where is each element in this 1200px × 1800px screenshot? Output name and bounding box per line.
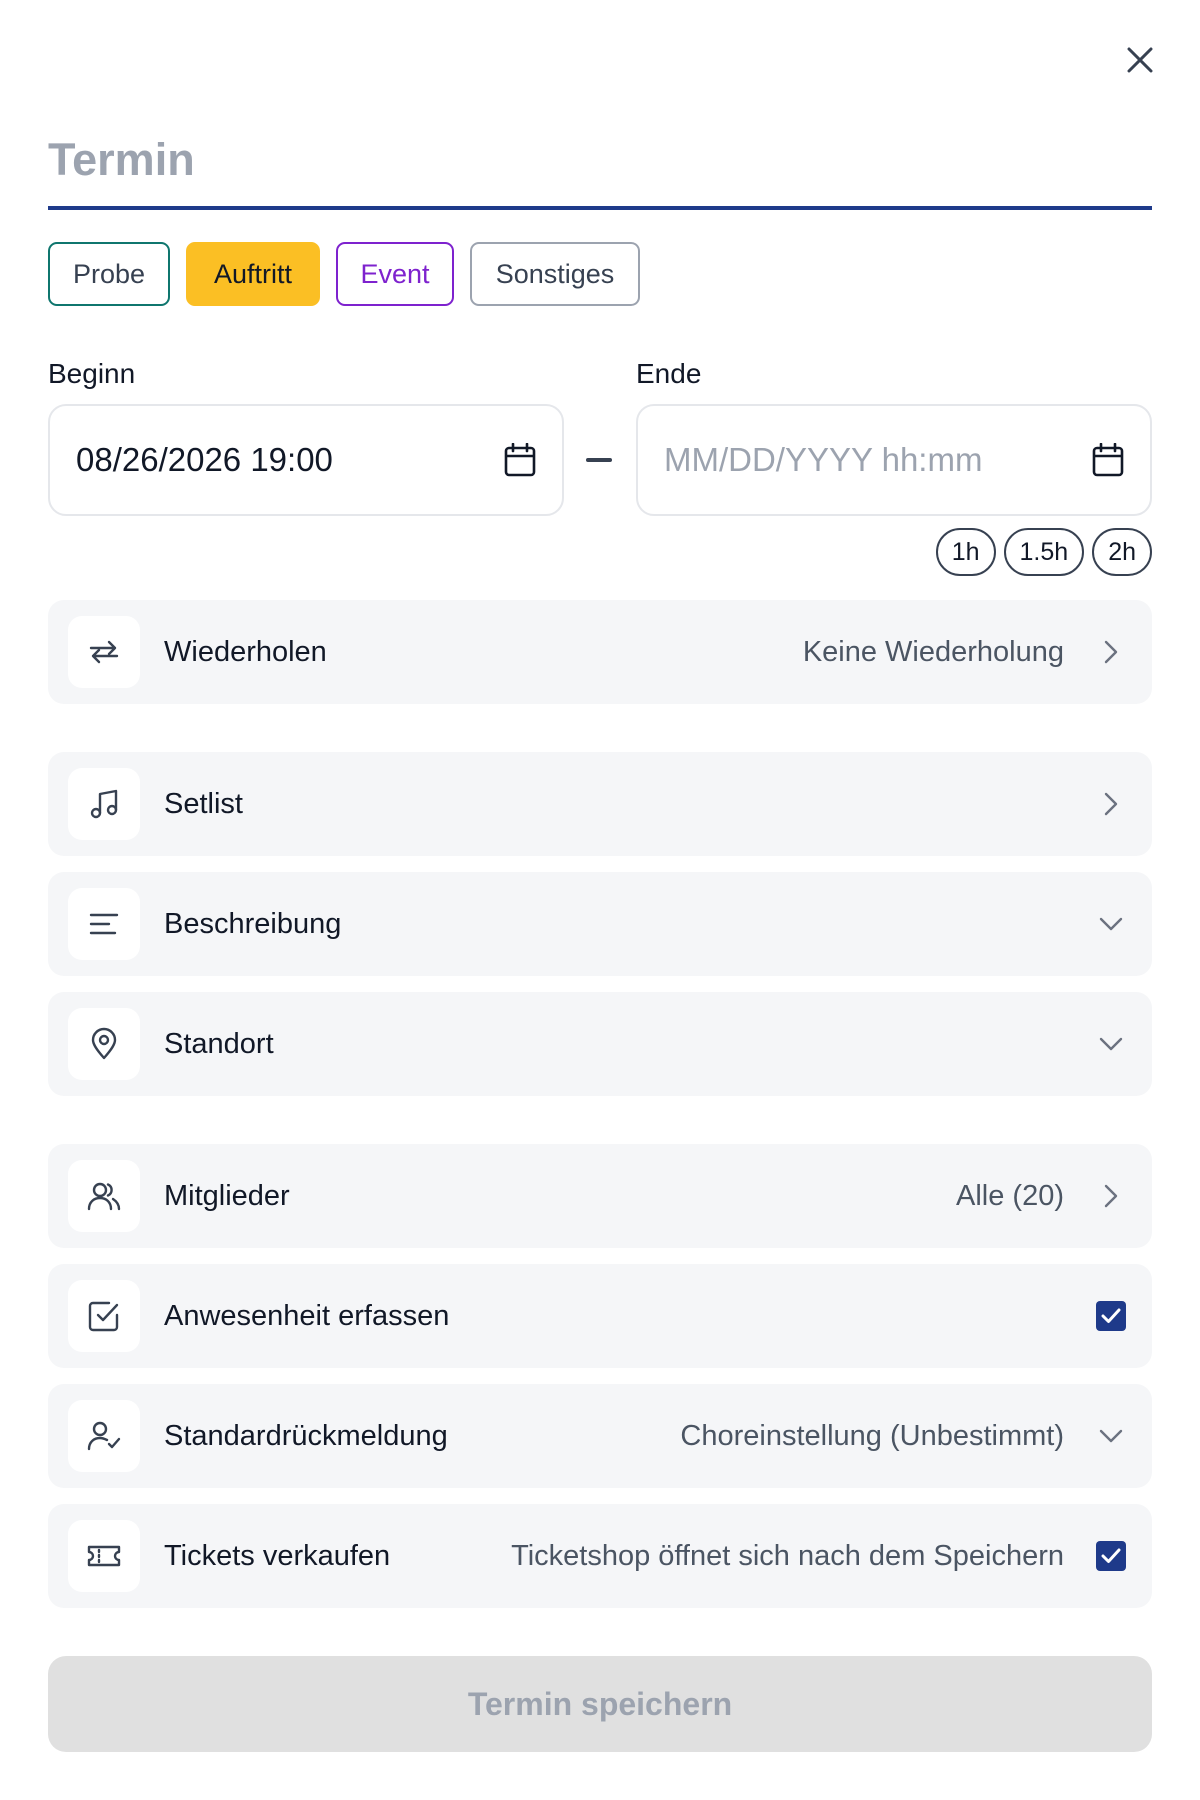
repeat-value: Keine Wiederholung	[802, 635, 1064, 668]
start-datetime-value: 08/26/2026 19:00	[76, 441, 333, 478]
repeat-icon	[89, 640, 119, 664]
setlist-icon-tile	[68, 768, 140, 840]
close-button[interactable]	[1120, 40, 1160, 80]
users-icon	[87, 1182, 121, 1211]
description-label: Beschreibung	[164, 907, 342, 940]
chevron-right-icon	[1090, 791, 1132, 817]
title-placeholder: Termin	[48, 134, 195, 185]
members-icon-tile	[68, 1160, 140, 1232]
title-field[interactable]: Termin	[48, 128, 1152, 210]
checkbox-checked-icon	[1096, 1301, 1126, 1331]
attendance-label: Anwesenheit erfassen	[164, 1299, 450, 1332]
user-check-icon	[87, 1421, 121, 1451]
default-response-row[interactable]: Standardrückmeldung Choreinstellung (Unb…	[48, 1384, 1152, 1488]
tickets-label: Tickets verkaufen	[164, 1539, 391, 1572]
type-chip-sonstiges[interactable]: Sonstiges	[470, 242, 640, 306]
repeat-row[interactable]: Wiederholen Keine Wiederholung	[48, 600, 1152, 704]
close-icon	[1127, 47, 1153, 73]
location-icon-tile	[68, 1008, 140, 1080]
tickets-value: Ticketshop öffnet sich nach dem Speicher…	[511, 1539, 1064, 1572]
duration-1-5h-button[interactable]: 1.5h	[1003, 528, 1085, 576]
save-button[interactable]: Termin speichern	[48, 1656, 1152, 1752]
attendance-checkbox[interactable]	[1090, 1301, 1132, 1331]
start-datetime-input[interactable]: 08/26/2026 19:00	[48, 404, 564, 516]
type-chip-event[interactable]: Event	[336, 242, 454, 306]
tickets-icon-tile	[68, 1520, 140, 1592]
ticket-icon	[87, 1545, 121, 1567]
end-label: Ende	[636, 358, 702, 389]
type-chip-auftritt[interactable]: Auftritt	[186, 242, 320, 306]
default-response-icon-tile	[68, 1400, 140, 1472]
attendance-row[interactable]: Anwesenheit erfassen	[48, 1264, 1152, 1368]
repeat-label: Wiederholen	[164, 635, 327, 668]
description-row[interactable]: Beschreibung	[48, 872, 1152, 976]
location-label: Standort	[164, 1027, 274, 1060]
calendar-icon[interactable]	[504, 443, 536, 477]
type-chip-probe[interactable]: Probe	[48, 242, 170, 306]
chevron-down-icon	[1090, 916, 1132, 932]
members-label: Mitglieder	[164, 1179, 290, 1212]
checkbox-check-icon	[88, 1301, 119, 1332]
event-type-selector: Probe Auftritt Event Sonstiges	[48, 242, 640, 306]
duration-presets: 1h 1.5h 2h	[935, 528, 1152, 576]
chevron-down-icon	[1090, 1036, 1132, 1052]
default-response-value: Choreinstellung (Unbestimmt)	[680, 1419, 1064, 1452]
duration-1h-button[interactable]: 1h	[935, 528, 996, 576]
start-label: Beginn	[48, 358, 136, 389]
location-row[interactable]: Standort	[48, 992, 1152, 1096]
calendar-icon[interactable]	[1092, 443, 1124, 477]
tickets-checkbox[interactable]	[1090, 1541, 1132, 1571]
map-pin-icon	[91, 1027, 117, 1060]
checkbox-checked-icon	[1096, 1541, 1126, 1571]
end-datetime-input[interactable]: MM/DD/YYYY hh:mm	[636, 404, 1152, 516]
setlist-label: Setlist	[164, 787, 243, 820]
setlist-row[interactable]: Setlist	[48, 752, 1152, 856]
default-response-label: Standardrückmeldung	[164, 1419, 448, 1452]
attendance-icon-tile	[68, 1280, 140, 1352]
repeat-icon-tile	[68, 616, 140, 688]
chevron-down-icon	[1090, 1428, 1132, 1444]
chevron-right-icon	[1090, 1183, 1132, 1209]
chevron-right-icon	[1090, 639, 1132, 665]
text-align-icon	[89, 913, 119, 935]
range-dash	[586, 458, 612, 462]
music-note-icon	[90, 789, 118, 819]
tickets-row[interactable]: Tickets verkaufen Ticketshop öffnet sich…	[48, 1504, 1152, 1608]
duration-2h-button[interactable]: 2h	[1092, 528, 1152, 576]
members-row[interactable]: Mitglieder Alle (20)	[48, 1144, 1152, 1248]
description-icon-tile	[68, 888, 140, 960]
members-value: Alle (20)	[956, 1179, 1064, 1212]
end-datetime-placeholder: MM/DD/YYYY hh:mm	[664, 441, 983, 478]
event-dialog: Termin Probe Auftritt Event Sonstiges Be…	[0, 0, 1200, 1800]
